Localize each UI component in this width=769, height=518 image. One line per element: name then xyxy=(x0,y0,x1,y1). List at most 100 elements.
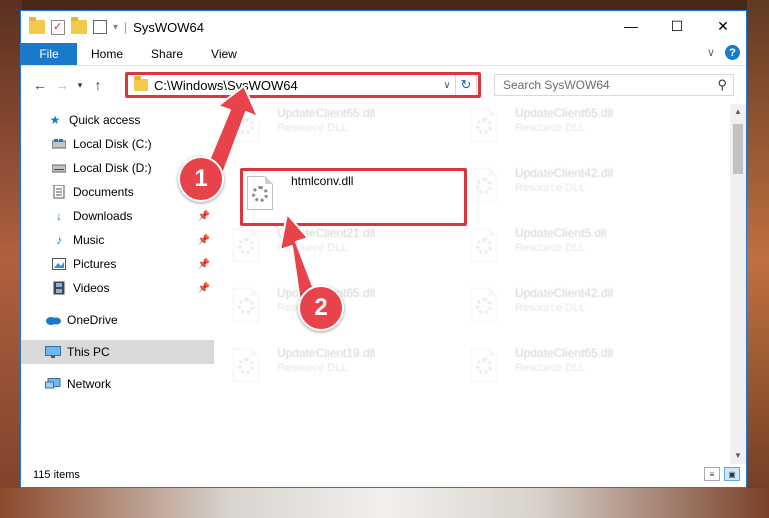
search-box[interactable]: ⚲ xyxy=(494,74,734,96)
minimize-button[interactable]: — xyxy=(608,11,654,41)
dll-file-icon xyxy=(467,168,503,210)
view-toggle: ≡ ▣ xyxy=(704,467,740,481)
nav-label: This PC xyxy=(67,345,110,359)
tab-file[interactable]: File xyxy=(21,43,77,65)
customize-icon[interactable] xyxy=(93,20,107,34)
window-controls: — ☐ ✕ xyxy=(608,11,746,41)
nav-item-network[interactable]: Network xyxy=(21,372,214,396)
file-name: UpdateClient21.dll xyxy=(277,226,376,240)
dll-file-icon xyxy=(467,288,503,330)
back-arrow-icon[interactable]: ← xyxy=(29,77,51,93)
tab-share[interactable]: Share xyxy=(137,43,197,65)
file-type: Resource DLL xyxy=(515,362,586,374)
network-icon xyxy=(45,377,61,391)
folder-icon[interactable] xyxy=(29,17,45,34)
status-bar: 115 items ≡ ▣ xyxy=(21,463,746,487)
explorer-body: ★ Quick access Local Disk (C:) Local Dis… xyxy=(21,104,746,464)
nav-item-videos[interactable]: Videos 📌 xyxy=(21,276,214,300)
file-name: UpdateClient65.dll xyxy=(515,346,614,360)
scroll-up-icon[interactable]: ▲ xyxy=(730,104,746,120)
nav-label: Downloads xyxy=(73,209,133,223)
cloud-icon xyxy=(45,313,61,327)
expand-ribbon-icon[interactable]: ∨ xyxy=(707,46,715,59)
dll-file-icon xyxy=(229,108,265,150)
drive-icon xyxy=(51,161,67,175)
file-name: UpdateClient42.dll xyxy=(515,166,614,180)
nav-label: Local Disk (C:) xyxy=(73,137,152,151)
title-bar: ▾ | SysWOW64 — ☐ ✕ xyxy=(21,11,746,43)
nav-item-local-disk-c[interactable]: Local Disk (C:) xyxy=(21,132,214,156)
dll-file-icon xyxy=(229,288,265,330)
chevron-down-icon[interactable]: ▾ xyxy=(113,22,118,33)
nav-item-quick-access[interactable]: ★ Quick access xyxy=(21,108,214,132)
file-type: Resource DLL xyxy=(515,122,586,134)
nav-item-pictures[interactable]: Pictures 📌 xyxy=(21,252,214,276)
address-highlight-box xyxy=(125,72,481,98)
pin-icon[interactable]: 📌 xyxy=(198,235,210,246)
dll-file-icon xyxy=(229,348,265,390)
maximize-button[interactable]: ☐ xyxy=(654,11,700,41)
nav-label: Videos xyxy=(73,281,110,295)
file-tile[interactable]: UpdateClient65.dllResource DLL xyxy=(467,104,697,160)
window-title: SysWOW64 xyxy=(133,19,204,35)
ribbon-tabs: File Home Share View ∨ ? xyxy=(21,43,746,66)
help-icon[interactable]: ? xyxy=(725,45,740,60)
download-arrow-icon: ↓ xyxy=(56,209,62,223)
file-tile[interactable]: UpdateClient5.dll Resource DLL xyxy=(467,224,697,280)
recent-locations-chevron-icon[interactable]: ▾ xyxy=(73,80,87,91)
properties-check-icon[interactable] xyxy=(51,19,65,35)
nav-label: Quick access xyxy=(69,113,141,127)
file-tile[interactable]: UpdateClient65.dllResource DLL xyxy=(229,284,459,340)
file-tile[interactable]: UpdateClient21.dll Resource DLL xyxy=(229,224,459,280)
file-type: Resource DLL xyxy=(277,122,348,134)
details-view-icon[interactable]: ≡ xyxy=(704,467,720,481)
monitor-icon xyxy=(45,345,61,359)
pin-icon[interactable]: 📌 xyxy=(198,283,210,294)
file-tile[interactable]: UpdateClient65.dll Resource DLL xyxy=(467,344,697,400)
tab-home[interactable]: Home xyxy=(77,43,137,65)
pin-icon[interactable]: 📌 xyxy=(198,211,210,222)
film-icon xyxy=(51,281,67,295)
navigation-pane: ★ Quick access Local Disk (C:) Local Dis… xyxy=(21,104,214,464)
file-tile[interactable]: UpdateClient65.dllResource DLL xyxy=(229,104,459,160)
nav-label: Pictures xyxy=(73,257,117,271)
file-name: UpdateClient5.dll xyxy=(515,226,607,240)
nav-label: Local Disk (D:) xyxy=(73,161,152,175)
dll-file-icon xyxy=(467,348,503,390)
pin-icon[interactable]: 📌 xyxy=(198,259,210,270)
up-arrow-icon[interactable]: ↑ xyxy=(87,77,109,93)
step-1-badge: 1 xyxy=(178,156,224,202)
nav-item-music[interactable]: ♪ Music 📌 xyxy=(21,228,214,252)
nav-label: Music xyxy=(73,233,105,247)
tab-view[interactable]: View xyxy=(197,43,251,65)
star-icon: ★ xyxy=(49,113,61,127)
file-tile[interactable]: UpdateClient19.dll Resource DLL xyxy=(229,344,459,400)
large-icons-view-icon[interactable]: ▣ xyxy=(724,467,740,481)
item-count: 115 items xyxy=(33,469,80,481)
dll-file-icon xyxy=(467,228,503,270)
nav-item-this-pc[interactable]: This PC xyxy=(21,340,214,364)
forward-arrow-icon[interactable]: → xyxy=(51,77,73,93)
file-highlight-box xyxy=(240,168,467,226)
scrollbar-thumb[interactable] xyxy=(733,124,743,174)
file-list: UpdateClient65.dll Resource DLL UpdateCli… xyxy=(229,104,729,464)
file-tile[interactable]: UpdateClient42.dll Resource DLL xyxy=(467,284,697,340)
dll-file-icon xyxy=(229,228,265,270)
file-type: Resource DLL xyxy=(515,182,586,194)
file-tile[interactable]: UpdateClient42.dll Resource DLL xyxy=(467,164,697,220)
close-button[interactable]: ✕ xyxy=(700,11,746,41)
file-explorer-window: ▾ | SysWOW64 — ☐ ✕ File Home Share View … xyxy=(20,10,747,488)
search-input[interactable] xyxy=(501,77,695,93)
file-type: Resource DLL xyxy=(515,302,586,314)
nav-item-onedrive[interactable]: OneDrive xyxy=(21,308,214,332)
vertical-scrollbar[interactable]: ▲ ▼ xyxy=(730,104,746,464)
file-type: Resource DLL xyxy=(515,242,586,254)
file-name: UpdateClient42.dll xyxy=(515,286,614,300)
desktop-background-top xyxy=(0,0,769,10)
nav-label: Documents xyxy=(73,185,134,199)
nav-item-downloads[interactable]: ↓ Downloads 📌 xyxy=(21,204,214,228)
file-type: Resource DLL xyxy=(277,362,348,374)
new-folder-icon[interactable] xyxy=(71,17,87,34)
scroll-down-icon[interactable]: ▼ xyxy=(730,448,746,464)
search-icon[interactable]: ⚲ xyxy=(717,77,727,93)
